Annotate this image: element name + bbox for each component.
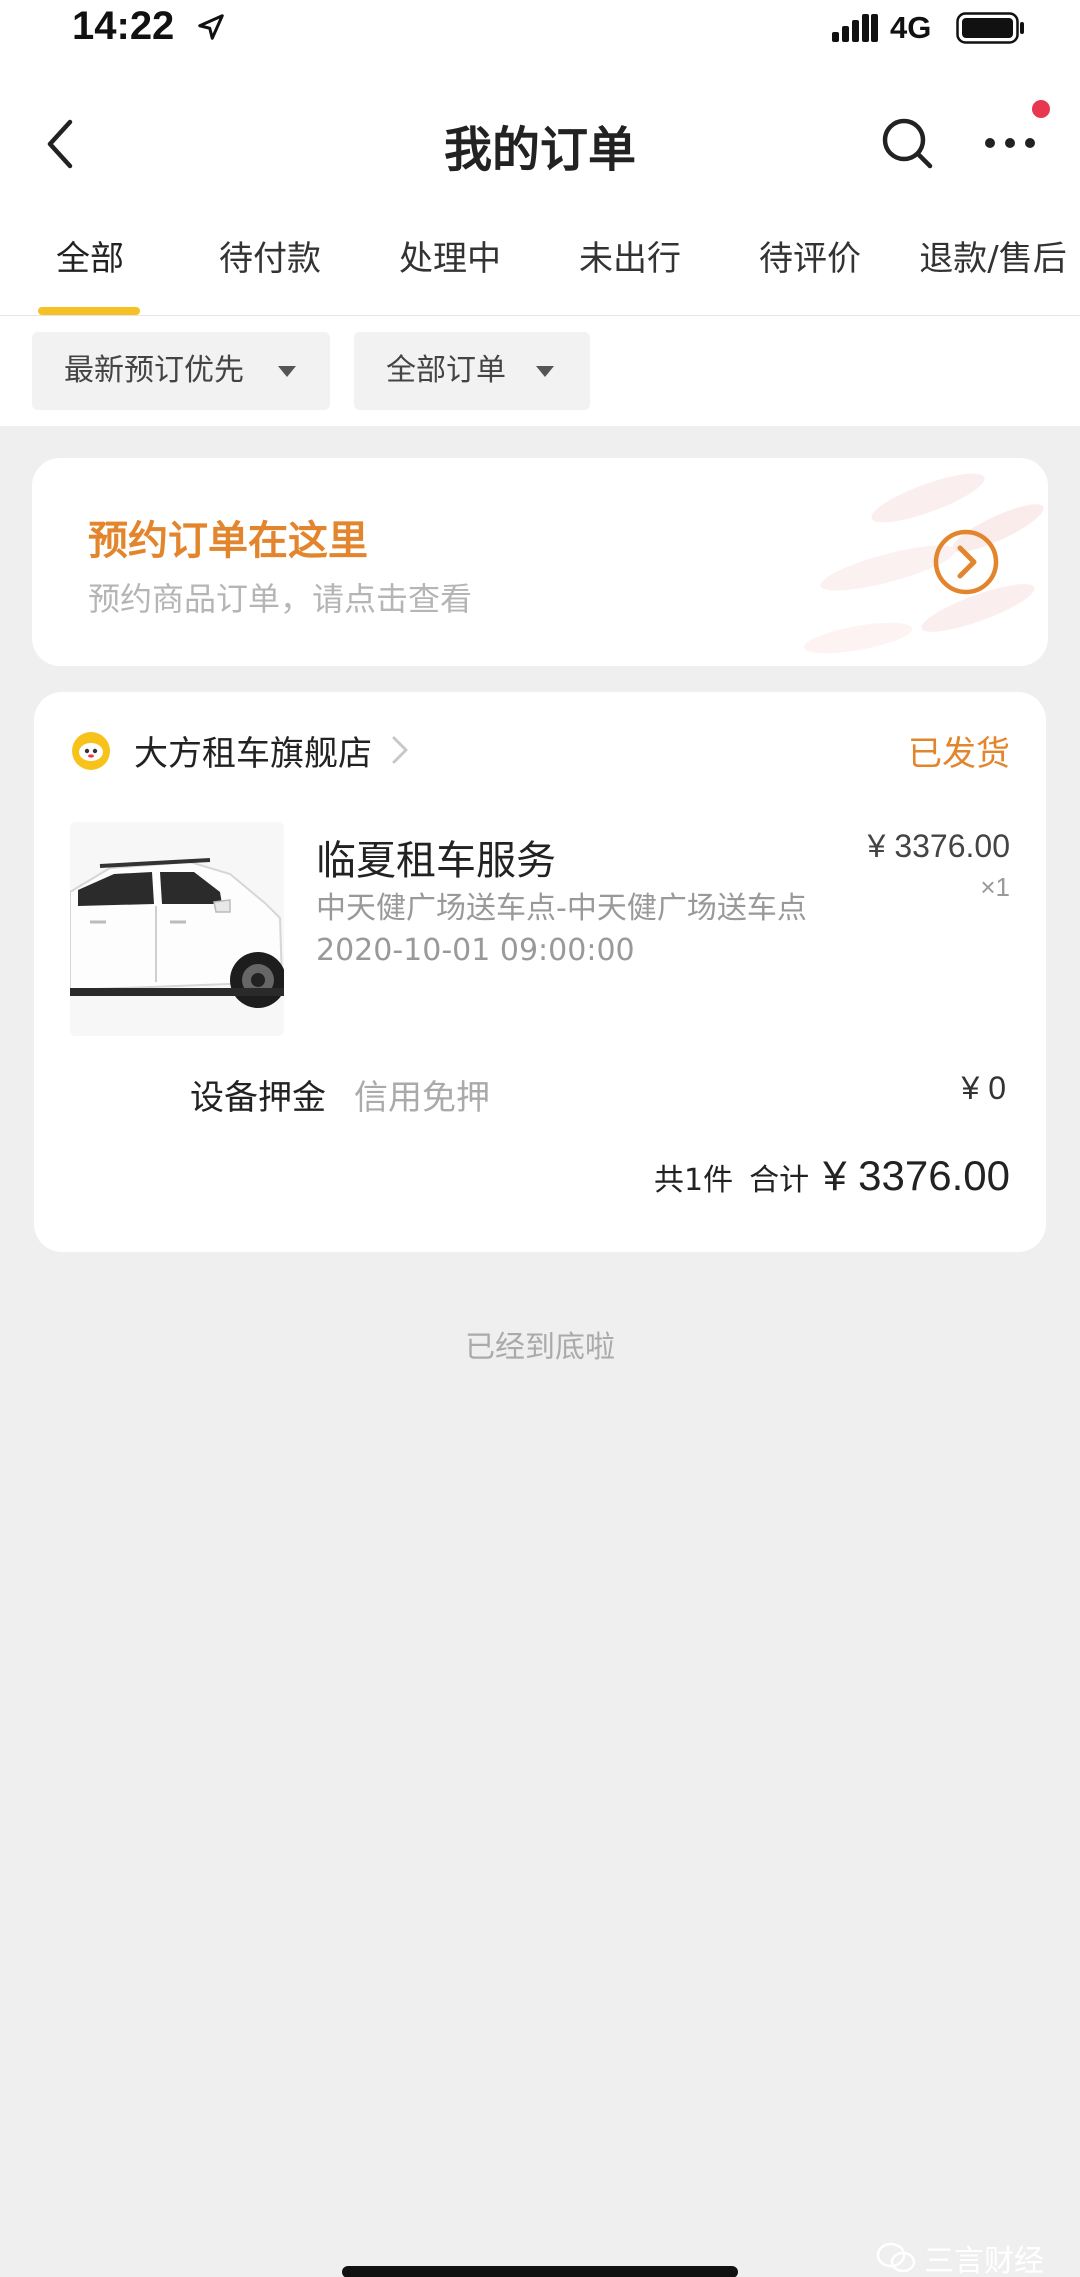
- caret-down-icon: [536, 366, 554, 377]
- decorative-pattern: [803, 473, 1044, 654]
- location-arrow-icon: [198, 14, 224, 40]
- car-image: [70, 822, 284, 1036]
- order-total-row: 共1件 合计 ¥ 3376.00: [654, 1152, 1010, 1200]
- tab-processing[interactable]: 处理中: [380, 234, 520, 304]
- total-label: 合计: [749, 1163, 810, 1198]
- caret-down-icon: [278, 366, 296, 377]
- shop-logo-icon: [72, 732, 110, 770]
- tab-refund[interactable]: 退款/售后: [906, 234, 1080, 304]
- shop-name[interactable]: 大方租车旗舰店: [134, 726, 372, 775]
- order-card[interactable]: 大方租车旗舰店 已发货 临夏租车服务 中天健广场送车点-中天健广场送车点 202…: [34, 692, 1046, 1252]
- sort-filter[interactable]: 最新预订优先: [32, 332, 330, 410]
- filter-bar: 最新预订优先 全部订单: [0, 316, 1080, 426]
- chevron-right-icon[interactable]: [390, 734, 410, 766]
- promo-title: 预约订单在这里: [88, 518, 368, 564]
- nav-header: 我的订单: [0, 62, 1080, 222]
- total-amount: ¥ 3376.00: [823, 1152, 1010, 1199]
- order-status: 已发货: [908, 734, 1010, 774]
- network-label: 4G: [890, 10, 932, 45]
- tab-pending-payment[interactable]: 待付款: [200, 234, 340, 304]
- deposit-label: 设备押金: [190, 1078, 326, 1118]
- end-of-list-text: 已经到底啦: [465, 1330, 615, 1365]
- order-tabs: 全部 待付款 处理中 未出行 待评价 退款/售后: [0, 222, 1080, 316]
- watermark: 三言财经: [876, 2236, 1044, 2277]
- home-indicator[interactable]: [342, 2266, 738, 2277]
- order-type-filter-label: 全部订单: [386, 353, 506, 388]
- wechat-icon: [876, 2242, 916, 2273]
- product-description: 中天健广场送车点-中天健广场送车点 2020-10-01 09:00:00: [316, 891, 807, 968]
- total-count: 共1件: [654, 1163, 734, 1198]
- status-bar: 14:22 4G: [0, 0, 1080, 62]
- battery-icon: [956, 12, 1024, 44]
- signal-icon: [832, 14, 878, 42]
- reservation-orders-card[interactable]: 预约订单在这里 预约商品订单，请点击查看: [32, 458, 1048, 666]
- product-quantity: ×1: [980, 872, 1010, 902]
- deposit-value: 信用免押: [354, 1078, 490, 1118]
- order-type-filter[interactable]: 全部订单: [354, 332, 590, 410]
- tab-pending-review[interactable]: 待评价: [740, 234, 880, 304]
- more-icon[interactable]: [980, 128, 1040, 158]
- product-name[interactable]: 临夏租车服务: [316, 828, 556, 886]
- promo-subtitle: 预约商品订单，请点击查看: [88, 580, 473, 618]
- tab-not-traveled[interactable]: 未出行: [560, 234, 700, 304]
- product-price: ¥ 3376.00: [867, 828, 1010, 864]
- product-image[interactable]: [70, 822, 284, 1036]
- tab-all[interactable]: 全部: [30, 234, 150, 304]
- deposit-amount: ¥ 0: [961, 1070, 1006, 1106]
- sort-filter-label: 最新预订优先: [64, 353, 244, 388]
- watermark-text: 三言财经: [924, 2244, 1044, 2277]
- circle-arrow-right-icon[interactable]: [932, 528, 1000, 596]
- tab-indicator: [38, 307, 140, 315]
- status-time: 14:22: [72, 4, 175, 48]
- notification-dot: [1032, 100, 1050, 118]
- search-icon[interactable]: [880, 116, 934, 170]
